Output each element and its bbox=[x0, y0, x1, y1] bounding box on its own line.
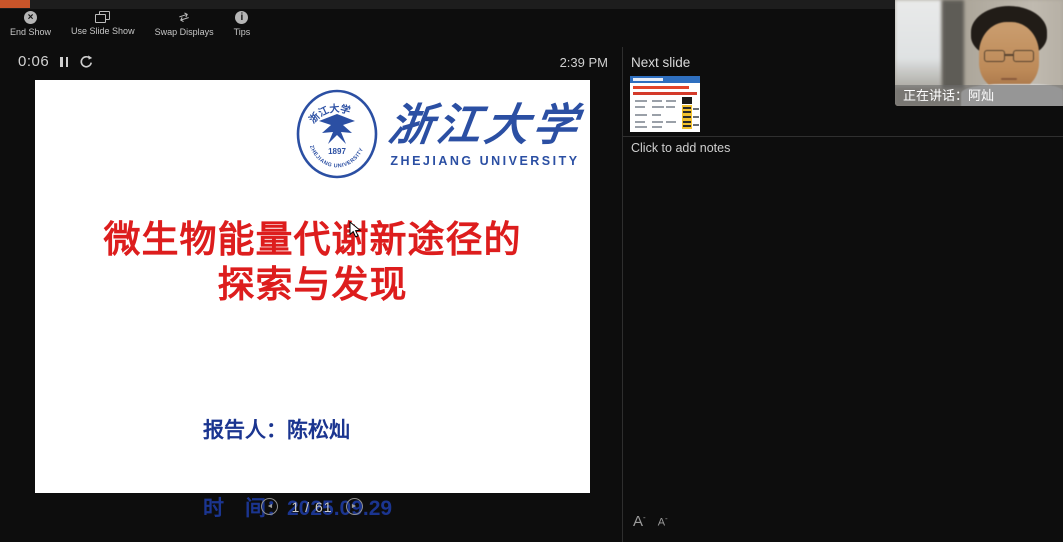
tips-label: Tips bbox=[234, 27, 251, 37]
slide-position: 1 / 61 bbox=[291, 499, 332, 515]
slide-title: 微生物能量代谢新途径的 探索与发现 bbox=[35, 217, 590, 307]
university-en-name: ZHEJIANG UNIVERSITY bbox=[390, 154, 579, 168]
end-show-icon: × bbox=[24, 11, 37, 24]
notes-font-buttons: A- A- bbox=[633, 514, 668, 529]
thumb-highlight-column bbox=[682, 105, 692, 129]
thumb-red-text-line bbox=[633, 92, 697, 95]
end-show-label: End Show bbox=[10, 27, 51, 37]
restart-icon bbox=[79, 55, 93, 69]
current-slide[interactable]: 浙江大学 ZHEJIANG UNIVERSITY 1897 浙江大学 ZHEJI… bbox=[35, 80, 590, 493]
timer-value: 0:06 bbox=[18, 53, 49, 70]
university-logo: 浙江大学 ZHEJIANG UNIVERSITY 1897 浙江大学 ZHEJI… bbox=[295, 88, 581, 180]
swap-displays-label: Swap Displays bbox=[155, 27, 214, 37]
panel-divider bbox=[622, 47, 623, 542]
thumb-dark-block bbox=[682, 97, 692, 104]
timer-row: 0:06 bbox=[18, 53, 93, 70]
next-slide-header: Next slide bbox=[631, 55, 690, 70]
tips-button[interactable]: i Tips bbox=[232, 11, 253, 37]
presenter-view-screen: × End Show Use Slide Show ⇄ Swap Display… bbox=[0, 0, 1063, 542]
decrease-font-button[interactable]: A- bbox=[658, 515, 668, 529]
clock: 2:39 PM bbox=[553, 55, 608, 70]
swap-displays-button[interactable]: ⇄ Swap Displays bbox=[153, 11, 216, 37]
increase-font-button[interactable]: A- bbox=[633, 514, 646, 529]
pause-timer-button[interactable] bbox=[58, 55, 70, 69]
slide-info: 报告人：陈松灿 时 间：2025.09.29 bbox=[203, 366, 392, 542]
thumb-red-text-line bbox=[633, 86, 689, 89]
next-slide-button[interactable]: ► bbox=[346, 498, 363, 515]
share-accent-block bbox=[0, 0, 30, 8]
university-cn-name: 浙江大学 bbox=[385, 100, 584, 152]
presenter-line: 报告人：陈松灿 bbox=[203, 418, 392, 444]
notes-input-area[interactable]: Click to add notes bbox=[631, 141, 730, 155]
person-mouth bbox=[1001, 78, 1017, 80]
slide-title-line2: 探索与发现 bbox=[35, 262, 590, 307]
info-icon: i bbox=[235, 11, 248, 24]
presenter-toolbar: × End Show Use Slide Show ⇄ Swap Display… bbox=[8, 11, 252, 37]
webcam-video[interactable]: 正在讲话：阿灿 bbox=[895, 0, 1063, 106]
use-slide-show-label: Use Slide Show bbox=[71, 26, 135, 36]
thumb-title-bar bbox=[630, 76, 700, 83]
notes-divider bbox=[622, 136, 1063, 137]
previous-slide-button[interactable]: ◄ bbox=[261, 498, 278, 515]
university-seal-icon: 浙江大学 ZHEJIANG UNIVERSITY 1897 bbox=[295, 88, 379, 180]
use-slide-show-button[interactable]: Use Slide Show bbox=[69, 11, 137, 37]
window-top-strip bbox=[0, 0, 897, 9]
person-glasses bbox=[983, 50, 1035, 63]
slide-navigation: ◄ 1 / 61 ► bbox=[232, 498, 392, 515]
swap-arrows-icon: ⇄ bbox=[177, 10, 191, 25]
slide-title-line1: 微生物能量代谢新途径的 bbox=[35, 217, 590, 262]
slideshow-icon bbox=[95, 11, 110, 23]
mouse-cursor bbox=[349, 221, 361, 238]
speaker-caption: 正在讲话：阿灿 bbox=[895, 85, 1063, 106]
svg-text:1897: 1897 bbox=[328, 147, 346, 156]
end-show-button[interactable]: × End Show bbox=[8, 11, 53, 37]
next-slide-thumbnail[interactable] bbox=[630, 76, 700, 132]
logo-text-block: 浙江大学 ZHEJIANG UNIVERSITY bbox=[389, 100, 581, 168]
restart-timer-button[interactable] bbox=[79, 55, 93, 69]
